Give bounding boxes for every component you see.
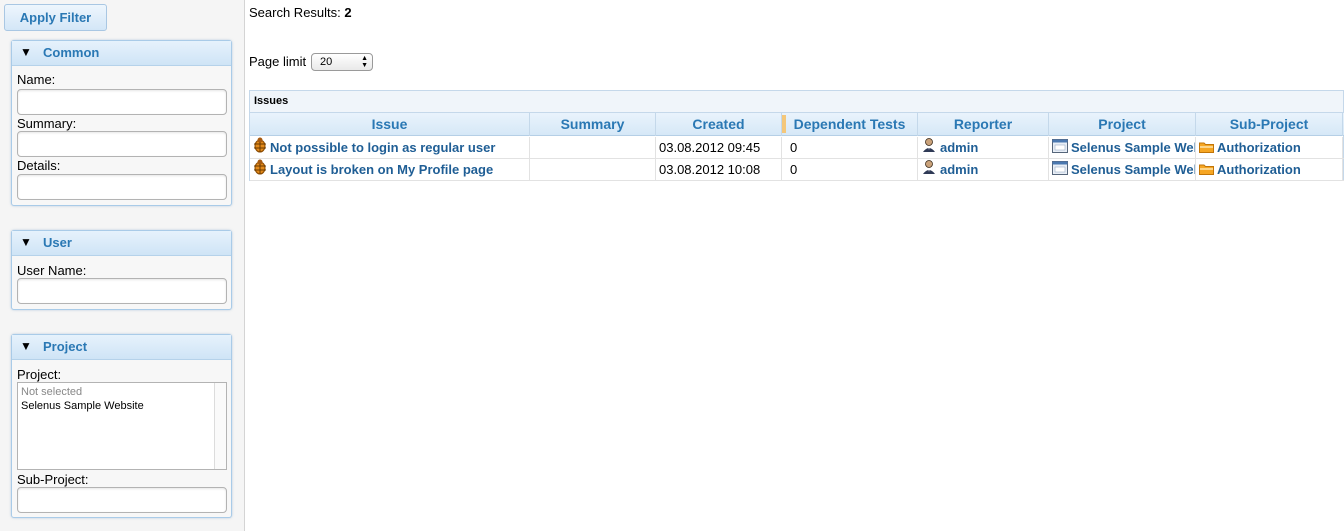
page-limit-value: 20 (320, 56, 333, 68)
bug-icon (253, 137, 267, 159)
grid-header-row: Issue Summary Created Dependent Tests Re… (250, 113, 1344, 136)
created-cell: 03.08.2012 10:08 (656, 159, 782, 181)
user-name-input[interactable] (17, 278, 227, 304)
project-panel-title: Project (43, 339, 88, 354)
collapse-icon[interactable]: ▼ (20, 235, 32, 249)
page-limit-label: Page limit (249, 54, 307, 69)
project-cell: Selenus Sample Website (1049, 159, 1196, 181)
column-header-dependent-tests[interactable]: Dependent Tests (782, 113, 918, 136)
project-panel-header[interactable]: ▼ Project (12, 335, 231, 360)
reporter-link[interactable]: admin (940, 140, 978, 155)
sub-project-cell: Authorization (1196, 137, 1343, 159)
column-header-created[interactable]: Created (656, 113, 782, 136)
user-icon (921, 137, 937, 159)
issue-link[interactable]: Not possible to login as regular user (270, 140, 495, 155)
dependent-tests-cell: 0 (782, 137, 918, 159)
folder-icon (1199, 138, 1214, 159)
issue-link[interactable]: Layout is broken on My Profile page (270, 162, 493, 177)
sub-project-label: Sub-Project: (17, 472, 89, 487)
issue-cell: Not possible to login as regular user (250, 137, 530, 159)
summary-label: Summary: (17, 116, 77, 131)
reporter-cell: admin (918, 159, 1049, 181)
common-filter-panel: ▼ Common Name: Summary: Details: (11, 40, 232, 206)
project-listbox[interactable]: Not selected Selenus Sample Website (17, 382, 227, 470)
user-panel-header[interactable]: ▼ User (12, 231, 231, 256)
details-label: Details: (17, 158, 61, 173)
project-option[interactable]: Selenus Sample Website (21, 399, 223, 413)
issues-grid: Issues Issue Summary Created Dependent T… (249, 90, 1344, 181)
name-input[interactable] (17, 89, 227, 115)
filter-sidebar: Apply Filter ▼ Common Name: Summary: Det… (0, 0, 245, 531)
sub-project-link[interactable]: Authorization (1217, 140, 1301, 155)
dependent-tests-cell: 0 (782, 159, 918, 181)
apply-filter-button[interactable]: Apply Filter (4, 4, 107, 31)
summary-cell (530, 159, 656, 181)
common-panel-title: Common (43, 45, 100, 60)
page-limit-select[interactable]: 20 ▲ ▼ (311, 53, 373, 71)
folder-icon (1199, 160, 1214, 181)
issue-cell: Layout is broken on My Profile page (250, 159, 530, 181)
collapse-icon[interactable]: ▼ (20, 45, 32, 59)
table-row: Layout is broken on My Profile page 03.0… (250, 159, 1344, 181)
column-header-summary[interactable]: Summary (530, 113, 656, 136)
project-link[interactable]: Selenus Sample Website (1071, 140, 1195, 155)
search-results-label: Search Results: (249, 5, 341, 20)
column-header-issue[interactable]: Issue (250, 113, 530, 136)
reporter-link[interactable]: admin (940, 162, 978, 177)
project-filter-panel: ▼ Project Project: Not selected Selenus … (11, 334, 232, 518)
details-input[interactable] (17, 174, 227, 200)
listbox-scrollbar[interactable] (214, 383, 226, 469)
name-label: Name: (17, 72, 56, 87)
sub-project-cell: Authorization (1196, 159, 1343, 181)
select-arrows-icon: ▲ ▼ (361, 55, 368, 69)
bug-icon (253, 159, 267, 181)
column-header-reporter[interactable]: Reporter (918, 113, 1049, 136)
project-cell: Selenus Sample Website (1049, 137, 1196, 159)
column-header-sub-project[interactable]: Sub-Project (1196, 113, 1343, 136)
table-row: Not possible to login as regular user 03… (250, 137, 1344, 159)
main-content: Search Results: 2 Page limit 20 ▲ ▼ Issue… (245, 0, 1344, 531)
project-option[interactable]: Not selected (21, 385, 223, 399)
sub-project-link[interactable]: Authorization (1217, 162, 1301, 177)
user-icon (921, 159, 937, 181)
common-panel-header[interactable]: ▼ Common (12, 41, 231, 66)
user-filter-panel: ▼ User User Name: (11, 230, 232, 310)
window-icon (1052, 138, 1068, 159)
user-panel-title: User (43, 235, 72, 250)
summary-cell (530, 137, 656, 159)
sub-project-input[interactable] (17, 487, 227, 513)
column-header-project[interactable]: Project (1049, 113, 1196, 136)
project-link[interactable]: Selenus Sample Website (1071, 162, 1195, 177)
window-icon (1052, 160, 1068, 181)
grid-title: Issues (250, 91, 1343, 113)
search-results: Search Results: 2 (249, 5, 352, 20)
user-name-label: User Name: (17, 263, 87, 278)
summary-input[interactable] (17, 131, 227, 157)
collapse-icon[interactable]: ▼ (20, 339, 32, 353)
created-cell: 03.08.2012 09:45 (656, 137, 782, 159)
project-label: Project: (17, 367, 62, 382)
reporter-cell: admin (918, 137, 1049, 159)
search-results-count: 2 (344, 5, 352, 20)
